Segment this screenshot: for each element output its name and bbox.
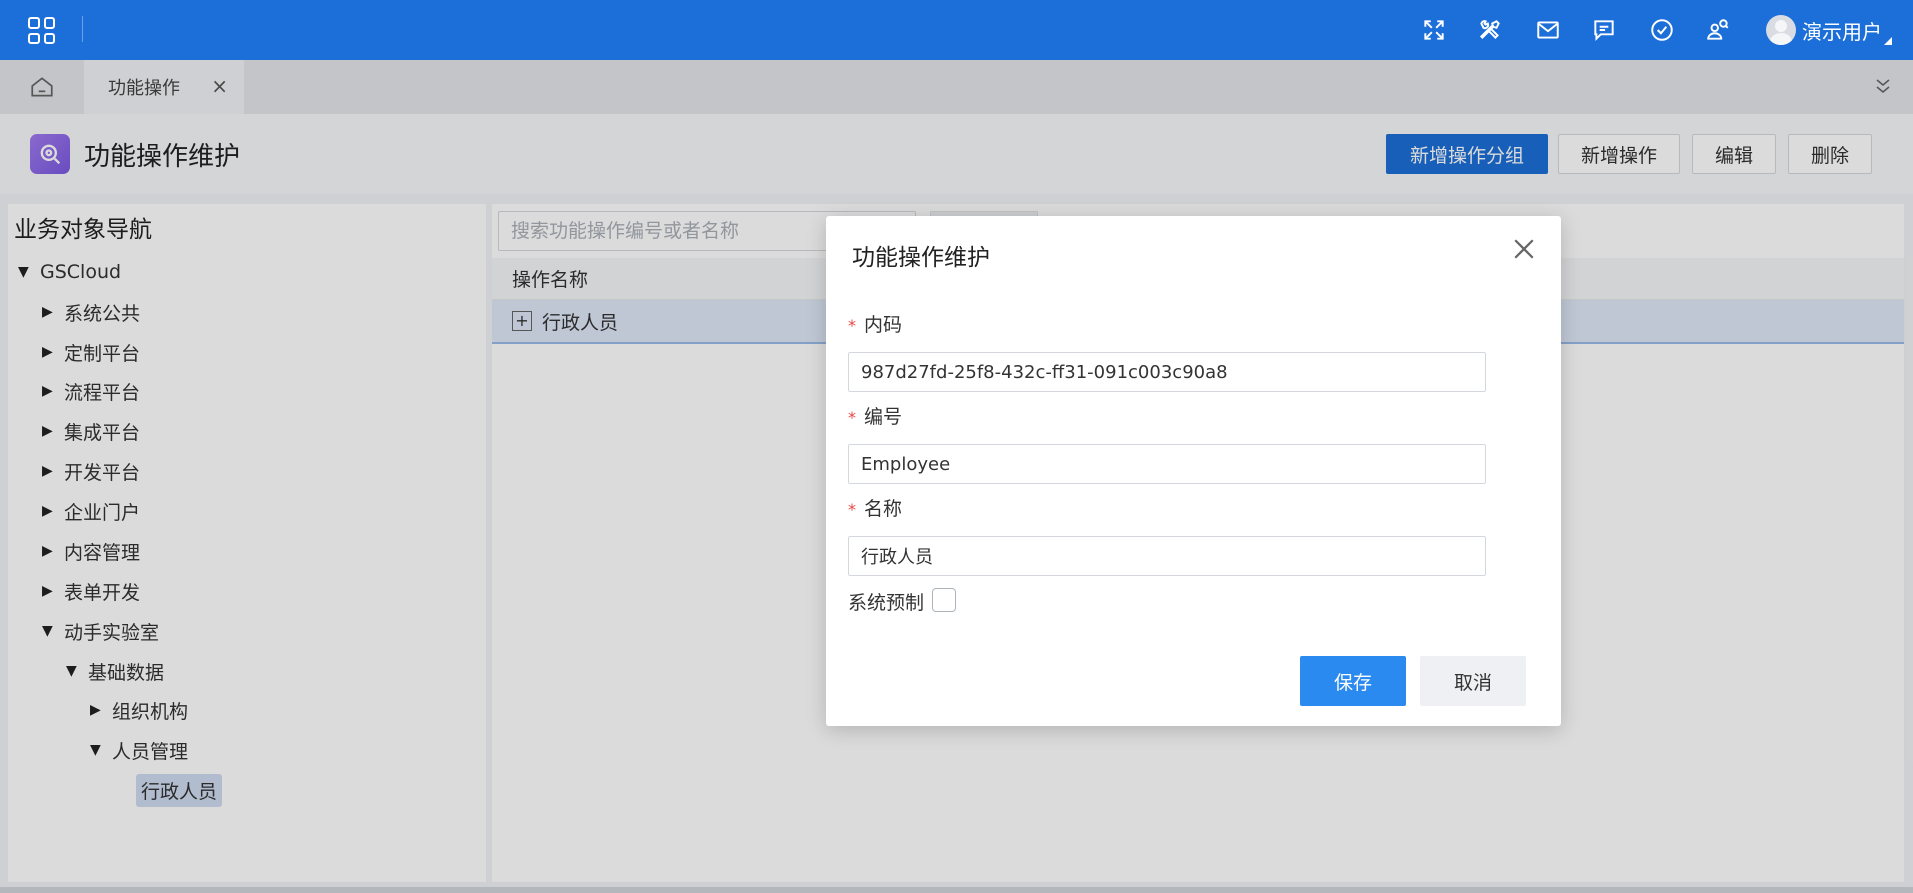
field-label-code: * 编号 [848, 402, 902, 429]
close-icon[interactable] [1509, 234, 1539, 264]
caret-corner-icon [1884, 37, 1892, 45]
required-mark: * [848, 316, 856, 335]
tools-icon[interactable] [1474, 14, 1506, 46]
fullscreen-icon[interactable] [1418, 14, 1450, 46]
field-label-name: * 名称 [848, 494, 902, 521]
system-preset-label: 系统预制 [848, 592, 925, 614]
label-text: 名称 [864, 498, 903, 520]
system-preset-checkbox[interactable] [932, 588, 956, 612]
dialog-title: 功能操作维护 [852, 245, 990, 271]
message-icon[interactable] [1588, 14, 1620, 46]
avatar [1766, 15, 1796, 45]
internal-code-field[interactable] [848, 352, 1486, 392]
user-name: 演示用户 [1802, 19, 1882, 44]
user-menu[interactable]: 演示用户 [1766, 13, 1892, 47]
name-field[interactable] [848, 536, 1486, 576]
divider [82, 16, 83, 42]
required-mark: * [848, 500, 856, 519]
mail-icon[interactable] [1532, 14, 1564, 46]
user-search-icon[interactable] [1702, 14, 1734, 46]
top-bar: 演示用户 [0, 0, 1913, 60]
field-label-internal-code: * 内码 [848, 310, 902, 337]
label-text: 内码 [864, 314, 903, 336]
cancel-button[interactable]: 取消 [1420, 656, 1526, 706]
code-field[interactable] [848, 444, 1486, 484]
function-operation-dialog: 功能操作维护 * 内码 * 编号 * 名称 系统预制 保存 取消 [826, 216, 1561, 726]
check-circle-icon[interactable] [1646, 14, 1678, 46]
grid-apps-icon[interactable] [28, 17, 55, 44]
save-button[interactable]: 保存 [1300, 656, 1406, 706]
required-mark: * [848, 408, 856, 427]
label-text: 编号 [864, 406, 903, 428]
